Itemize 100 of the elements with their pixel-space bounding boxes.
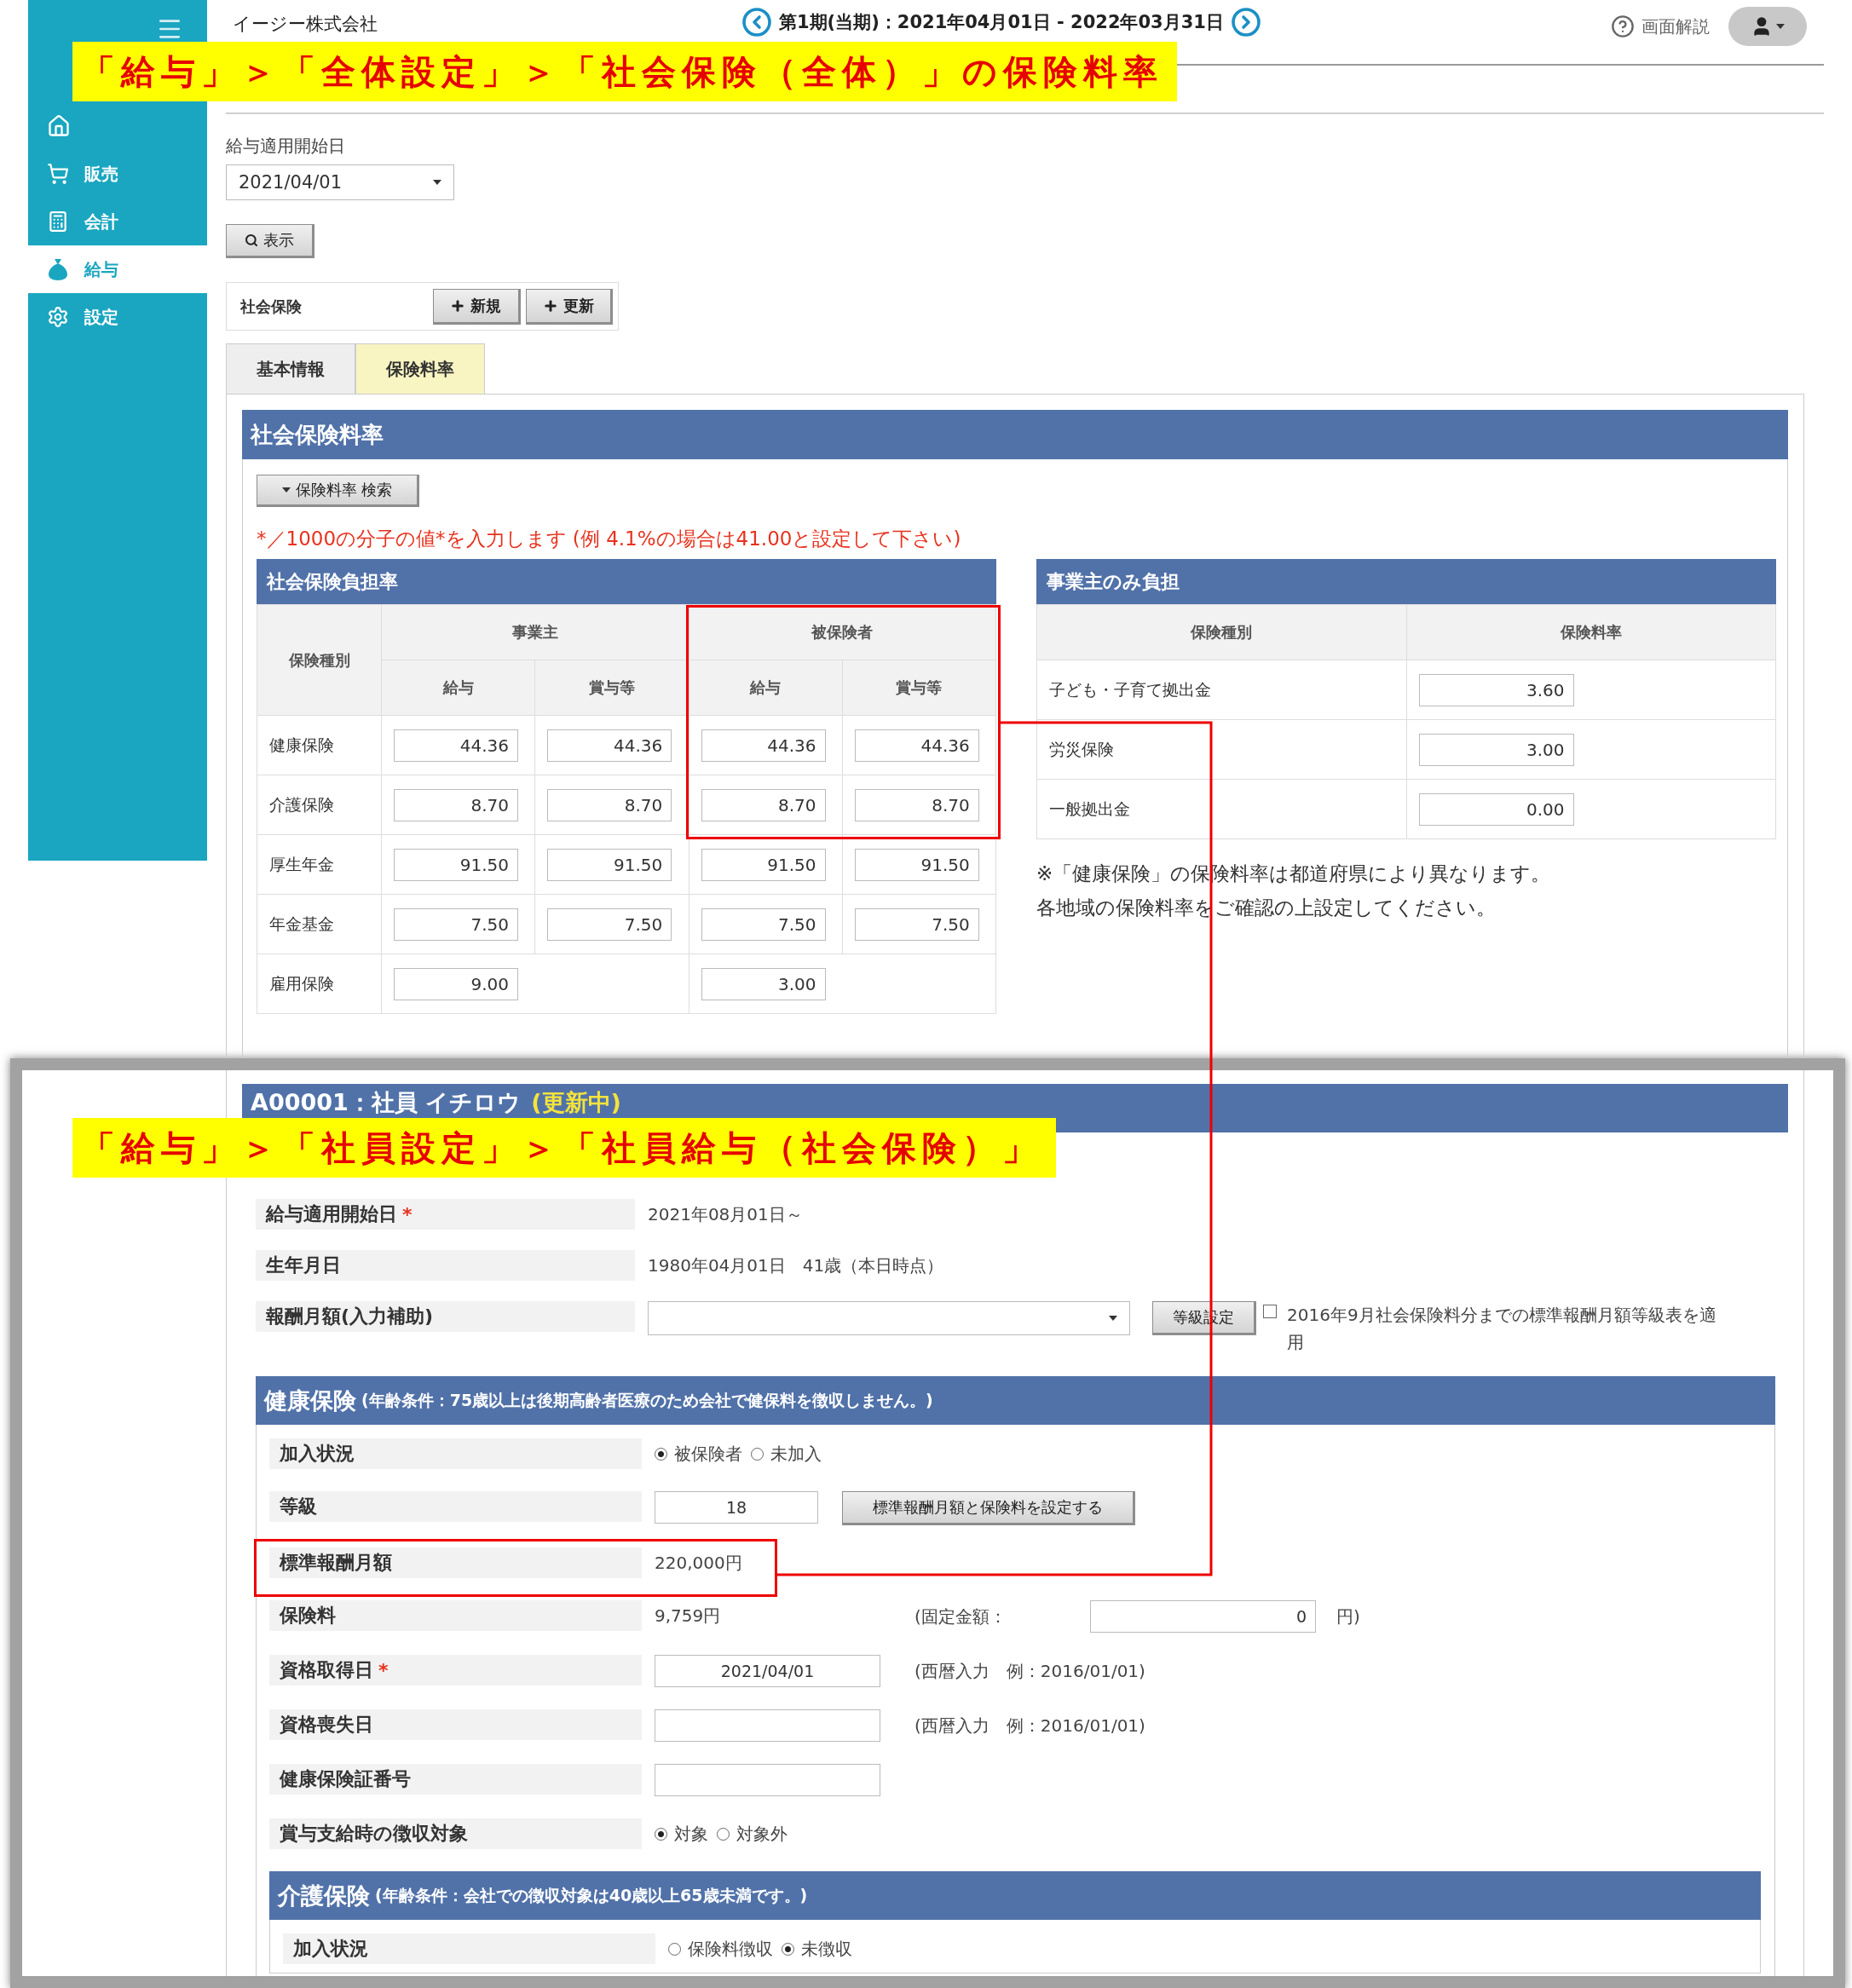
field-label-text: 資格取得日 [280, 1658, 373, 1682]
radio-label: 未徴収 [801, 1937, 852, 1961]
add-button[interactable]: 更新 [525, 288, 613, 325]
table-title: 社会保険負担率 [257, 559, 996, 604]
tab[interactable]: 保険料率 [355, 343, 485, 394]
section-title: 健康保険 [264, 1386, 356, 1415]
input-field[interactable] [655, 1764, 880, 1796]
show-button[interactable]: 表示 [226, 224, 314, 258]
user-menu-button[interactable] [1728, 7, 1807, 46]
field-label-text: 賞与支給時の徴収対象 [280, 1822, 468, 1846]
row-label: 健康保険 [257, 715, 382, 775]
rate-field[interactable]: 91.50 [547, 848, 672, 881]
caret-icon [1776, 24, 1785, 29]
settings-icon [47, 306, 69, 328]
radio-button[interactable] [751, 1447, 764, 1461]
date-select[interactable]: 2021/04/01 [226, 164, 454, 200]
grade-field[interactable]: 18 [655, 1491, 818, 1524]
employee-title: A00001：社員 イチロウ [251, 1088, 522, 1117]
previous-period-button[interactable] [741, 7, 772, 37]
radio-option[interactable]: 保険料徴収 [668, 1937, 773, 1961]
radio-label: 対象 [674, 1822, 708, 1846]
help-link[interactable]: 画面解説 [1611, 14, 1710, 38]
annotation-banner: 「給与」＞「全体設定」＞「社会保険（全体）」の保険料率 [72, 42, 1177, 101]
rate-field[interactable]: 91.50 [394, 848, 518, 881]
period-label: 第1期(当期)：2021年04月01日 - 2022年03月31日 [779, 11, 1224, 34]
table-title: 事業主のみ負担 [1036, 559, 1776, 604]
radio-button[interactable] [655, 1827, 667, 1841]
add-button[interactable]: 新規 [433, 288, 521, 325]
row-label: 雇用保険 [257, 954, 382, 1014]
rate-field[interactable]: 7.50 [547, 908, 672, 941]
checkbox[interactable] [1263, 1305, 1277, 1318]
next-period-button[interactable] [1230, 7, 1261, 37]
input-note: *／1000の分子の値*を入力します (例 4.1%の場合は41.00と設定して下さい) [257, 527, 961, 551]
plus-icon [450, 297, 466, 314]
radio-option[interactable]: 未徴収 [782, 1937, 852, 1961]
money-bag-icon [47, 257, 69, 281]
column-header: 給与 [689, 660, 843, 716]
field-label-text: 健康保険証番号 [280, 1767, 411, 1791]
help-icon [1611, 14, 1635, 38]
rate-field[interactable]: 3.00 [1418, 733, 1574, 766]
column-header: 保険料率 [1406, 604, 1776, 660]
rate-field[interactable]: 8.70 [854, 788, 979, 821]
row-label: 年金基金 [257, 894, 382, 954]
rate-field[interactable]: 8.70 [547, 788, 672, 821]
rate-field[interactable]: 3.60 [1418, 673, 1574, 706]
radio-option[interactable]: 対象 [655, 1822, 708, 1846]
input-field[interactable]: 2021/04/01 [655, 1655, 880, 1687]
filter-button[interactable]: 保険料率 検索 [257, 475, 419, 507]
plus-icon [542, 297, 558, 314]
rate-field[interactable]: 44.36 [547, 729, 672, 762]
field-value: 9,759円 [655, 1605, 722, 1628]
calculator-icon [47, 210, 69, 233]
field-label-text: 給与適用開始日 [266, 1202, 397, 1226]
cart-icon [47, 163, 69, 185]
field-label-text: 資格喪失日 [280, 1713, 373, 1737]
rate-field[interactable]: 44.36 [394, 729, 518, 762]
set-button[interactable]: 標準報酬月額と保険料を設定する [842, 1491, 1135, 1525]
fixed-amount-field[interactable]: 0 [1090, 1600, 1316, 1633]
amount-select[interactable] [648, 1301, 1130, 1335]
rate-field[interactable]: 8.70 [394, 788, 518, 821]
filter-icon [281, 487, 291, 493]
checkbox-label: 2016年9月社会保険料分までの標準報酬月額等級表を適用 [1287, 1304, 1717, 1354]
radio-option[interactable]: 被保険者 [655, 1442, 742, 1466]
field-value: 1980年04月01日 41歳（本日時点） [648, 1254, 944, 1277]
rate-field[interactable]: 91.50 [854, 848, 979, 881]
input-field[interactable] [655, 1709, 880, 1742]
radio-button[interactable] [655, 1447, 667, 1461]
rate-field[interactable]: 91.50 [701, 848, 826, 881]
rate-field[interactable]: 3.00 [701, 967, 826, 1000]
radio-label: 対象外 [736, 1822, 788, 1846]
row-label: 労災保険 [1036, 719, 1406, 780]
rate-field[interactable]: 44.36 [701, 729, 826, 762]
rate-field[interactable]: 7.50 [854, 908, 979, 941]
rate-field[interactable]: 8.70 [701, 788, 826, 821]
radio-button[interactable] [782, 1942, 794, 1956]
company-name: イージー株式会社 [233, 13, 378, 36]
caret-icon [1109, 1316, 1117, 1321]
column-header: 保険種別 [257, 604, 382, 716]
radio-label: 被保険者 [674, 1442, 742, 1466]
field-label-text: 生年月日 [266, 1253, 341, 1277]
rate-field[interactable]: 7.50 [394, 908, 518, 941]
section-title: 介護保険 [278, 1881, 370, 1910]
radio-option[interactable]: 対象外 [717, 1822, 788, 1846]
radio-option[interactable]: 未加入 [751, 1442, 822, 1466]
rate-field[interactable]: 0.00 [1418, 792, 1574, 826]
column-header: 賞与等 [534, 660, 689, 716]
required-mark: * [402, 1203, 413, 1225]
rate-field[interactable]: 9.00 [394, 967, 518, 1000]
field-label-text: 等級 [280, 1495, 317, 1518]
field-label: 給与適用開始日 [226, 135, 346, 158]
radio-button[interactable] [717, 1827, 730, 1841]
input-hint: (西暦入力 例：2016/01/01) [914, 1714, 1145, 1737]
column-header: 保険種別 [1036, 604, 1406, 660]
rate-field[interactable]: 7.50 [701, 908, 826, 941]
rate-field[interactable]: 44.36 [854, 729, 979, 762]
radio-label: 未加入 [770, 1442, 822, 1466]
radio-button[interactable] [668, 1942, 681, 1956]
insurance-label: 社会保険 [240, 296, 303, 317]
unit-label: 円) [1336, 1605, 1360, 1628]
tab[interactable]: 基本情報 [226, 343, 355, 394]
